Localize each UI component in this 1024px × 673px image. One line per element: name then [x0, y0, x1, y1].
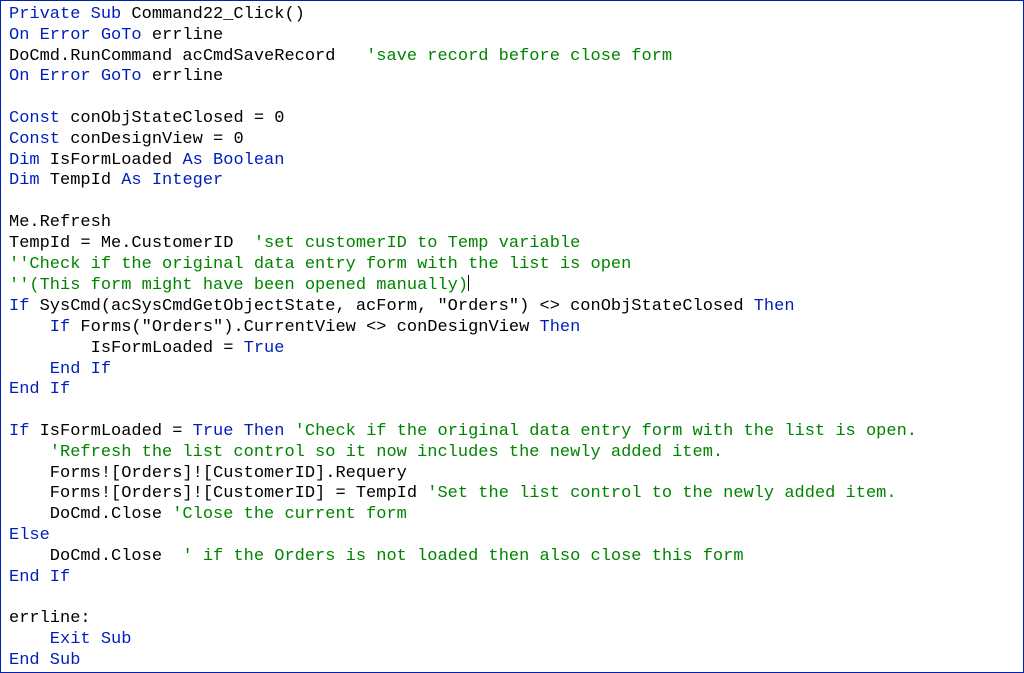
code-text: errline: [142, 26, 224, 45]
keyword: Dim: [9, 151, 40, 170]
code-text: IsFormLoaded: [40, 151, 183, 170]
code-text: errline: [142, 67, 224, 86]
keyword: Exit Sub: [9, 630, 131, 649]
code-text: errline:: [9, 609, 91, 628]
keyword: Dim: [9, 171, 40, 190]
keyword: Then: [754, 297, 795, 316]
keyword: If: [9, 297, 29, 316]
comment: 'set customerID to Temp variable: [254, 234, 580, 253]
comment: ''Check if the original data entry form …: [9, 255, 631, 274]
code-text: DoCmd.Close: [9, 505, 172, 524]
keyword: True Then: [193, 422, 295, 441]
code-text: Command22_Click(): [121, 5, 305, 24]
code-text: IsFormLoaded =: [29, 422, 192, 441]
code-text: IsFormLoaded =: [9, 339, 244, 358]
code-text: conObjStateClosed = 0: [60, 109, 284, 128]
code-text: DoCmd.RunCommand acCmdSaveRecord: [9, 47, 366, 66]
keyword: Private Sub: [9, 5, 121, 24]
keyword: As Integer: [121, 171, 223, 190]
keyword: If: [9, 318, 70, 337]
keyword: On Error GoTo: [9, 26, 142, 45]
code-text: TempId: [40, 171, 122, 190]
text-cursor: [468, 275, 469, 291]
comment: 'Check if the original data entry form w…: [295, 422, 917, 441]
comment: 'Refresh the list control so it now incl…: [9, 443, 723, 462]
keyword: End If: [9, 360, 111, 379]
comment: 'Set the list control to the newly added…: [427, 484, 896, 503]
comment: ' if the Orders is not loaded then also …: [182, 547, 743, 566]
code-text: Forms![Orders]![CustomerID] = TempId: [9, 484, 427, 503]
keyword: True: [244, 339, 285, 358]
keyword: Then: [540, 318, 581, 337]
keyword: End Sub: [9, 651, 80, 670]
keyword: Else: [9, 526, 50, 545]
code-text: Forms![Orders]![CustomerID].Requery: [9, 464, 407, 483]
keyword: Const: [9, 130, 60, 149]
code-text: TempId = Me.CustomerID: [9, 234, 254, 253]
code-text: Forms("Orders").CurrentView <> conDesign…: [70, 318, 539, 337]
keyword: On Error GoTo: [9, 67, 142, 86]
keyword: Const: [9, 109, 60, 128]
comment: 'save record before close form: [366, 47, 672, 66]
code-text: SysCmd(acSysCmdGetObjectState, acForm, "…: [29, 297, 753, 316]
code-editor[interactable]: Private Sub Command22_Click() On Error G…: [0, 0, 1024, 673]
comment: ''(This form might have been opened manu…: [9, 276, 468, 295]
keyword: End If: [9, 380, 70, 399]
keyword: As Boolean: [182, 151, 284, 170]
keyword: End If: [9, 568, 70, 587]
comment: 'Close the current form: [172, 505, 407, 524]
keyword: If: [9, 422, 29, 441]
code-text: conDesignView = 0: [60, 130, 244, 149]
code-text: Me.Refresh: [9, 213, 111, 232]
code-text: DoCmd.Close: [9, 547, 182, 566]
